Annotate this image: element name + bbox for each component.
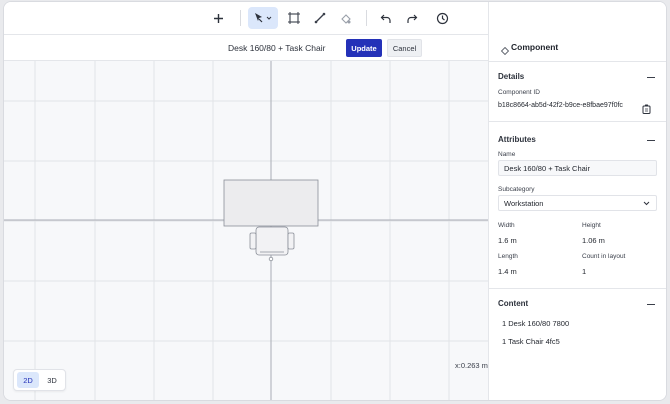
length-label: Length — [498, 253, 518, 260]
history-icon[interactable] — [434, 7, 450, 29]
component-diamond-icon — [500, 42, 510, 60]
redo-icon[interactable] — [404, 7, 420, 29]
view-3d-button[interactable]: 3D — [41, 372, 63, 388]
name-field[interactable]: Desk 160/80 + Task Chair — [498, 160, 657, 176]
desk-shape[interactable] — [223, 179, 319, 227]
component-id-label: Component ID — [498, 89, 540, 96]
copy-icon[interactable] — [642, 101, 651, 119]
attributes-heading: Attributes — [498, 135, 536, 144]
app-window: Desk 160/80 + Task Chair Update Cancel x… — [3, 1, 667, 401]
panel-header: Component — [489, 2, 666, 62]
layout-canvas[interactable]: Desk 160/80 + Task Chair Update Cancel x… — [4, 36, 488, 400]
component-panel: Component Details Component ID b18c8664-… — [488, 2, 666, 400]
name-field-value: Desk 160/80 + Task Chair — [504, 163, 590, 173]
paint-fill-icon[interactable] — [338, 7, 354, 29]
toolbar-divider — [366, 10, 367, 26]
component-edit-bar: Desk 160/80 + Task Chair Update Cancel — [4, 36, 488, 61]
chevron-down-icon — [643, 199, 650, 208]
task-chair-shape[interactable] — [249, 226, 295, 262]
content-heading: Content — [498, 299, 529, 308]
details-heading: Details — [498, 72, 525, 81]
panel-title: Component — [511, 42, 559, 52]
measure-ruler-icon[interactable] — [312, 7, 328, 29]
canvas-grid — [4, 61, 488, 400]
details-collapse-icon[interactable] — [647, 77, 655, 78]
count-in-layout-value: 1 — [582, 267, 587, 276]
select-cursor-icon — [252, 12, 274, 24]
cancel-button[interactable]: Cancel — [387, 39, 422, 57]
cursor-coordinate: x:0.263 m — [455, 361, 488, 370]
attributes-collapse-icon[interactable] — [647, 140, 655, 141]
width-label: Width — [498, 222, 515, 229]
subcategory-value: Workstation — [504, 198, 544, 208]
count-in-layout-label: Count in layout — [582, 253, 626, 260]
update-button[interactable]: Update — [346, 39, 382, 57]
area-frame-icon[interactable] — [286, 7, 302, 29]
section-divider — [489, 121, 666, 122]
height-value: 1.06 m — [582, 236, 605, 245]
name-label: Name — [498, 151, 516, 158]
section-divider — [489, 288, 666, 289]
view-2d-button[interactable]: 2D — [17, 372, 39, 388]
component-title: Desk 160/80 + Task Chair — [228, 43, 326, 53]
subcategory-label: Subcategory — [498, 186, 535, 193]
content-collapse-icon[interactable] — [647, 304, 655, 305]
select-tool-button[interactable] — [248, 7, 278, 29]
content-item[interactable]: 1 Desk 160/80 7800 — [502, 319, 569, 328]
toolbar-divider — [240, 10, 241, 26]
length-value: 1.4 m — [498, 267, 517, 276]
content-item[interactable]: 1 Task Chair 4fc5 — [502, 337, 560, 346]
height-label: Height — [582, 222, 601, 229]
view-mode-toggle: 2D 3D — [13, 369, 66, 391]
plus-icon[interactable] — [209, 7, 227, 29]
undo-icon[interactable] — [378, 7, 394, 29]
subcategory-select[interactable]: Workstation — [498, 195, 657, 211]
component-id-value: b18c8664-ab5d-42f2-b9ce-e8fbae97f0fc — [498, 102, 623, 109]
width-value: 1.6 m — [498, 236, 517, 245]
